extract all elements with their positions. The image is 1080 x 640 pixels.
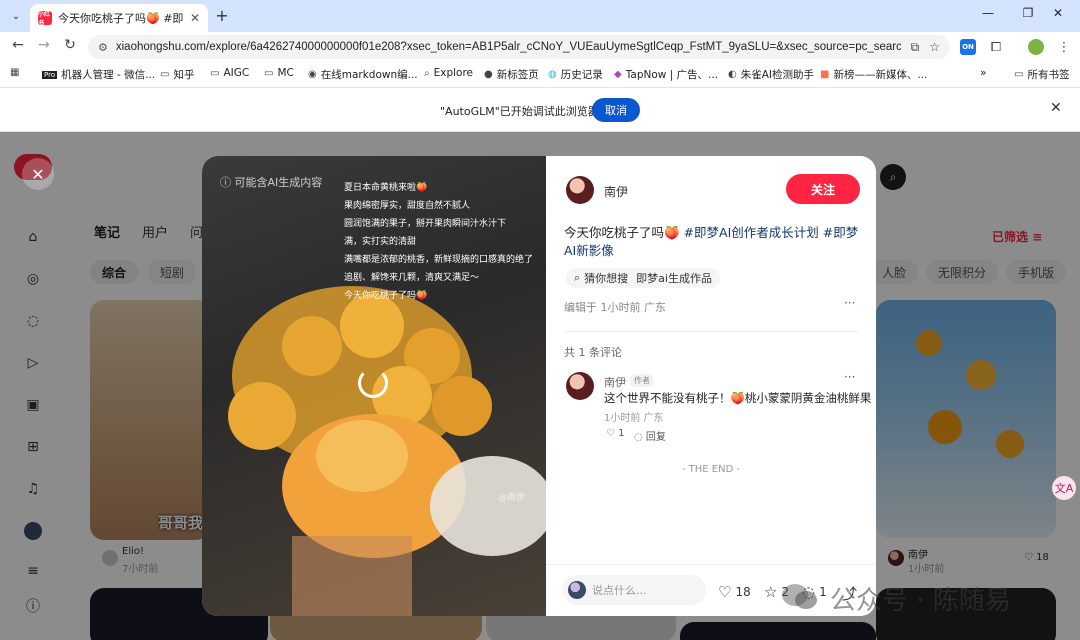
browser-toolbar: ← → ↻ ⚙ xiaohongshu.com/explore/6a426274… (0, 32, 1080, 62)
infobar-cancel-button[interactable]: 取消 (592, 98, 640, 122)
infobar-close-icon[interactable]: ✕ (1050, 100, 1062, 116)
back-icon[interactable]: ← (8, 37, 28, 53)
comment-input[interactable]: 说点什么... (562, 575, 706, 605)
infobar-message: "AutoGLM"已开始调试此浏览器 (440, 105, 599, 118)
video-watermark: @南伊 (498, 493, 526, 503)
apps-grid-icon[interactable]: ▦ (10, 67, 19, 78)
author-badge: 作者 (630, 374, 654, 387)
bookmark-item[interactable]: ◍ 历史记录 (548, 67, 603, 82)
comment-time: 1小时前 广东 (604, 413, 664, 424)
explore-icon: ⌕ (424, 67, 430, 79)
markdown-icon: ◉ (308, 69, 317, 80)
url-text: xiaohongshu.com/explore/6a42627400000000… (115, 41, 901, 53)
minimize-icon[interactable]: — (978, 6, 998, 20)
tab-search-icon[interactable]: ⌄ (6, 6, 26, 26)
suggested-search-chip[interactable]: ⌕ 猜你想搜 即梦ai生成作品 (566, 268, 720, 288)
new-tab-icon[interactable]: + (212, 6, 232, 25)
note-detail-modal: ⓘ 可能含AI生成内容 夏日本命黄桃来啦🍑 果肉绵密厚实，甜度自然不腻人 圆润饱… (202, 156, 876, 616)
bookmark-item[interactable]: ◉ 在线markdown编... (308, 67, 418, 82)
extensions-puzzle-icon[interactable]: ⧠ (988, 39, 1004, 55)
browser-menu-icon[interactable]: ⋮ (1056, 39, 1072, 55)
zhuque-icon: ◐ (728, 69, 737, 80)
account-watermark: 公众号 · 陈随易 (830, 586, 1011, 616)
new-tab-page-icon: ● (484, 69, 493, 80)
folder-icon: ▭ (160, 69, 170, 80)
comment-count: 共 1 条评论 (564, 346, 622, 359)
overlay-text-line: 圆润饱满的果子，掰开果肉瞬间汁水汁下 (344, 219, 507, 229)
tab-title: 今天你吃桃子了吗🍑 #即梦AI创 (58, 12, 184, 25)
author-avatar[interactable] (566, 176, 594, 204)
more-options-icon[interactable]: ··· (844, 296, 855, 310)
bookmarks-bar: ▦ Pro 机器人管理 - 微信... ▭ 知乎 ▭ AIGC ▭ MC ◉ 在线mark… (0, 62, 1080, 88)
bookmark-item[interactable]: ● 新标签页 (484, 67, 539, 82)
edit-info: 编辑于 1小时前 广东 (564, 301, 666, 314)
all-bookmarks-folder[interactable]: ▭ 所有书签 (1014, 67, 1069, 82)
comment-reply-button[interactable]: ◌ 回复 (634, 428, 666, 443)
close-modal-icon[interactable]: ✕ (22, 158, 54, 190)
note-action-bar: 说点什么... ♡18 ☆2 ◌1 ⤴ (546, 564, 876, 616)
bookmark-item[interactable]: ◐ 朱雀AI检测助手 (728, 67, 814, 82)
search-icon: ⌕ (574, 271, 581, 284)
overlay-text-line: 满嘴都是浓郁的桃香，新鲜现摘的口感真的绝了 (344, 255, 534, 265)
translate-icon[interactable]: 文A (1052, 476, 1076, 500)
comment-like-button[interactable]: ♡ 1 (606, 428, 625, 439)
commenter-name[interactable]: 南伊 (604, 374, 626, 390)
overlay-text-line: 满，实打实的清甜 (344, 237, 417, 247)
window-close-icon[interactable]: ✕ (1048, 6, 1068, 20)
xinbang-icon: ■ (820, 69, 830, 80)
author-name[interactable]: 南伊 (604, 183, 628, 200)
like-button[interactable]: ♡ 18 (718, 583, 751, 601)
overlay-text-line: 今天你吃桃子了吗🍑 (344, 291, 428, 301)
folder-icon: ▭ (1014, 69, 1024, 80)
reload-icon[interactable]: ↻ (60, 37, 80, 53)
bookmark-item[interactable]: Pro 机器人管理 - 微信... (42, 67, 155, 82)
profile-avatar[interactable] (1028, 39, 1044, 55)
folder-icon: ▭ (264, 67, 274, 79)
note-title: 今天你吃桃子了吗🍑 #即梦AI创作者成长计划 #即梦AI新影像 (564, 225, 859, 258)
overlay-text-line: 追剧、解馋来几颗，清爽又满足～ (344, 273, 480, 283)
follow-button[interactable]: 关注 (786, 174, 860, 204)
bookmark-folder[interactable]: ▭ AIGC (210, 67, 249, 79)
loading-spinner-icon (358, 368, 388, 398)
pro-icon: Pro (42, 70, 58, 79)
restore-icon[interactable]: ❐ (1018, 6, 1038, 20)
end-of-comments: - THE END - (681, 464, 741, 475)
overlay-text-line: 果肉绵密厚实，甜度自然不腻人 (344, 201, 471, 211)
comment-text: 这个世界不能没有桃子！🍑桃小蒙蒙阴黄金油桃鲜果 (604, 391, 872, 405)
extension-on-icon[interactable]: ON (960, 39, 976, 55)
folder-icon: ▭ (210, 67, 220, 79)
tab-close-icon[interactable]: ✕ (190, 11, 200, 25)
wechat-icon (782, 584, 817, 609)
site-settings-icon[interactable]: ⚙ (98, 41, 108, 54)
divider (564, 331, 858, 332)
xiaohongshu-favicon-icon: 小红书 (38, 11, 52, 27)
bookmarks-overflow-icon[interactable]: » (980, 67, 986, 79)
active-tab[interactable]: 小红书 今天你吃桃子了吗🍑 #即梦AI创 ✕ (30, 4, 208, 32)
ai-content-warning: ⓘ 可能含AI生成内容 (220, 176, 323, 189)
history-icon: ◍ (548, 69, 557, 80)
heart-icon: ♡ (718, 583, 732, 601)
bookmark-folder[interactable]: ▭ MC (264, 67, 294, 79)
tab-strip: ⌄ 小红书 今天你吃桃子了吗🍑 #即梦AI创 ✕ + — ❐ ✕ (0, 0, 1080, 32)
star-icon: ☆ (764, 583, 778, 601)
bookmark-item[interactable]: ■ 新榜——新媒体、... (820, 67, 927, 82)
bookmark-folder[interactable]: ▭ 知乎 (160, 67, 194, 82)
overlay-text-line: 夏日本命黄桃来啦🍑 (344, 183, 428, 193)
address-bar[interactable]: ⚙ xiaohongshu.com/explore/6a426274000000… (88, 35, 950, 59)
note-detail-panel: 南伊 关注 今天你吃桃子了吗🍑 #即梦AI创作者成长计划 #即梦AI新影像 ⌕ … (546, 156, 876, 616)
note-video[interactable]: ⓘ 可能含AI生成内容 夏日本命黄桃来啦🍑 果肉绵密厚实，甜度自然不腻人 圆润饱… (202, 156, 546, 616)
debug-infobar: "AutoGLM"已开始调试此浏览器 取消 ✕ (0, 88, 1080, 132)
avatar (568, 581, 586, 599)
tapnow-icon: ◆ (614, 69, 622, 80)
forward-icon[interactable]: → (34, 37, 54, 53)
bookmark-item[interactable]: ⌕ Explore (424, 67, 473, 79)
bookmark-item[interactable]: ◆ TapNow | 广告、... (614, 67, 718, 82)
install-app-icon[interactable]: ⧉ (911, 40, 920, 55)
bookmark-star-icon[interactable]: ☆ (929, 40, 940, 54)
commenter-avatar[interactable] (566, 372, 594, 400)
comment-more-icon[interactable]: ··· (844, 370, 855, 384)
